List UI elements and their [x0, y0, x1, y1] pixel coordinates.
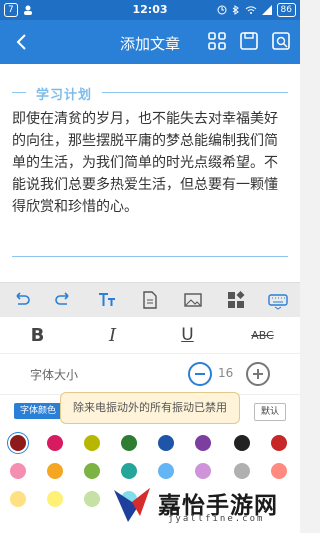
- keyboard-icon[interactable]: [268, 290, 289, 310]
- article-paragraph[interactable]: 即使在清贫的岁月，也不能失去对幸福美好的向往，那些摆脱平庸的梦总能编制我们简单的…: [12, 108, 286, 218]
- font-size-label: 字体大小: [30, 368, 79, 382]
- color-swatch[interactable]: [234, 463, 250, 479]
- color-swatch[interactable]: [234, 435, 250, 451]
- widgets-icon[interactable]: [226, 290, 246, 310]
- section-tag: 学习计划: [26, 84, 103, 103]
- color-swatch[interactable]: [158, 435, 174, 451]
- color-swatch[interactable]: [84, 435, 100, 451]
- watermark: 嘉怡手游网 jyallfine.com: [110, 482, 298, 530]
- tab-font-color[interactable]: 字体颜色: [14, 403, 63, 419]
- default-color-button[interactable]: 默认: [254, 403, 287, 421]
- status-bar: 7 12:03 86: [0, 0, 300, 20]
- grid-icon[interactable]: [206, 30, 228, 52]
- image-icon[interactable]: [183, 290, 203, 310]
- increase-size-button[interactable]: [246, 362, 270, 386]
- alarm-icon: [217, 5, 227, 15]
- format-bar: B I U ABC: [0, 317, 300, 354]
- color-swatch[interactable]: [10, 463, 26, 479]
- color-swatch[interactable]: [10, 435, 26, 451]
- color-swatch[interactable]: [195, 435, 211, 451]
- watermark-url: jyallfine.com: [168, 514, 265, 524]
- document-icon[interactable]: [140, 290, 160, 310]
- color-swatch[interactable]: [47, 491, 63, 507]
- bluetooth-icon: [232, 5, 239, 15]
- battery-badge: 86: [276, 3, 296, 17]
- font-size-value: 16: [218, 366, 234, 380]
- article-editor[interactable]: 学习计划 即使在清贫的岁月，也不能失去对幸福美好的向往，那些摆脱平庸的梦总能编制…: [0, 64, 300, 341]
- color-swatch[interactable]: [10, 491, 26, 507]
- redo-icon[interactable]: [54, 290, 74, 310]
- app-bar: 添加文章: [0, 20, 300, 64]
- paragraph-divider: [12, 256, 288, 257]
- wifi-icon: [245, 6, 256, 14]
- color-swatch[interactable]: [84, 463, 100, 479]
- underline-button[interactable]: U: [168, 325, 208, 345]
- appbar-actions: [206, 30, 292, 52]
- toast-message: 除来电振动外的所有振动已禁用: [60, 392, 240, 424]
- signal-icon: [261, 5, 272, 15]
- decrease-size-button[interactable]: [188, 362, 212, 386]
- font-size-row: 字体大小 16: [0, 354, 300, 395]
- color-swatch[interactable]: [47, 435, 63, 451]
- text-style-icon[interactable]: [97, 290, 117, 310]
- color-swatch[interactable]: [195, 463, 211, 479]
- undo-icon[interactable]: [11, 290, 31, 310]
- preview-icon[interactable]: [270, 30, 292, 52]
- status-right: 86: [217, 3, 296, 17]
- watermark-logo-icon: [114, 488, 150, 522]
- italic-button[interactable]: I: [93, 325, 133, 346]
- color-swatch[interactable]: [47, 463, 63, 479]
- bold-button[interactable]: B: [18, 325, 58, 346]
- color-swatch[interactable]: [84, 491, 100, 507]
- save-icon[interactable]: [238, 30, 260, 52]
- color-swatch[interactable]: [158, 463, 174, 479]
- color-swatch[interactable]: [121, 463, 137, 479]
- color-swatch[interactable]: [121, 435, 137, 451]
- editor-toolbar: [0, 282, 300, 318]
- color-swatch[interactable]: [271, 463, 287, 479]
- color-swatch[interactable]: [271, 435, 287, 451]
- strikethrough-button[interactable]: ABC: [243, 329, 283, 342]
